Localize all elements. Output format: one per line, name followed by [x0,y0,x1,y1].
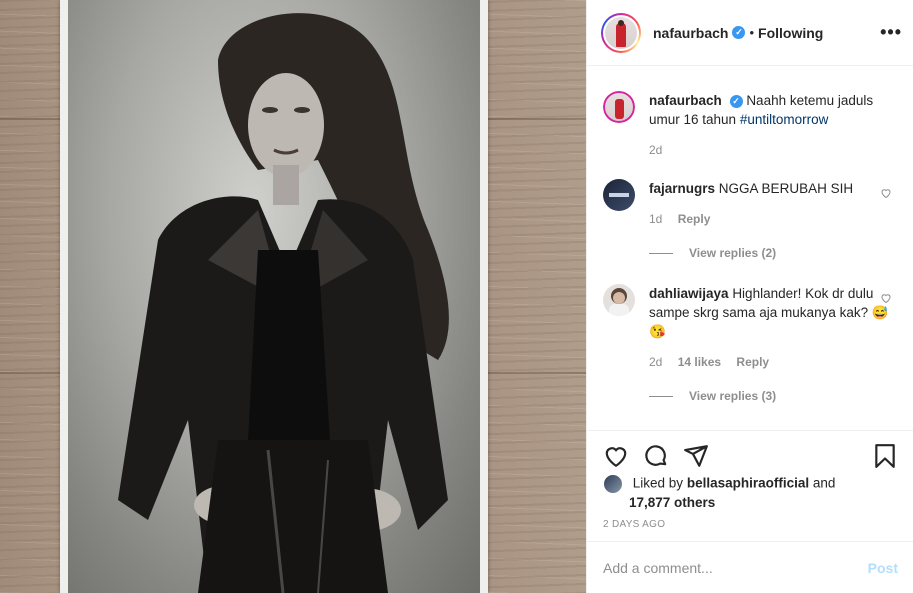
divider-line [649,252,673,254]
comment-time[interactable]: 1d [649,212,662,226]
caption-hashtag[interactable]: #untiltomorrow [740,112,829,127]
comment-username[interactable]: fajarnugrs [649,181,715,196]
author-username[interactable]: nafaurbach [653,25,728,41]
more-options-icon[interactable]: ••• [880,22,902,43]
post-photo [60,0,488,593]
reply-button[interactable]: Reply [736,355,769,369]
post-header: nafaurbach ✓ • Following ••• [587,0,913,66]
view-replies-button[interactable]: View replies (2) [649,246,898,260]
like-heart-icon[interactable] [603,443,629,469]
share-paper-plane-icon[interactable] [683,443,709,469]
comment-bubble-icon[interactable] [643,443,669,469]
like-comment-heart-icon[interactable] [880,187,892,199]
caption-author-avatar[interactable] [603,91,635,123]
liker-username[interactable]: bellasaphiraofficial [687,476,809,491]
post-image-area[interactable] [0,0,586,593]
likes-prefix: Liked by [632,475,684,491]
comment-item: fajarnugrs NGGA BERUBAH SIH 1d Reply Vie… [603,179,898,260]
view-replies-label: View replies (3) [689,389,777,403]
save-bookmark-icon[interactable] [872,443,898,469]
commenter-avatar[interactable] [603,284,635,316]
comment-item: dahliawijaya Highlander! Kok dr dulu sam… [603,284,898,403]
comment-time[interactable]: 2d [649,355,662,369]
commenter-avatar[interactable] [603,179,635,211]
likes-summary: Liked by bellasaphiraofficial and 17,877… [603,474,903,512]
comment-username[interactable]: dahliawijaya [649,286,729,301]
liker-avatar[interactable] [603,474,623,494]
comment-text: NGGA BERUBAH SIH [718,181,854,196]
caption-time[interactable]: 2d [649,143,662,157]
post-side-panel: nafaurbach ✓ • Following ••• nafaurbach … [586,0,913,593]
post-comment-button[interactable]: Post [868,560,898,576]
caption: nafaurbach ✓ Naahh ketemu jaduls umur 16… [603,91,898,157]
following-button[interactable]: Following [758,25,823,41]
reply-button[interactable]: Reply [678,212,711,226]
portrait-illustration [118,13,449,593]
verified-badge-icon: ✓ [732,26,746,39]
divider-line [649,395,673,397]
header-separator: • [749,25,755,40]
caption-username[interactable]: nafaurbach [649,93,722,108]
like-comment-heart-icon[interactable] [880,292,892,304]
post-date[interactable]: 2 DAYS AGO [603,519,665,530]
verified-badge-icon: ✓ [729,94,743,108]
view-replies-button[interactable]: View replies (3) [649,389,898,403]
comment-input[interactable] [603,559,868,576]
comments-list[interactable]: nafaurbach ✓ Naahh ketemu jaduls umur 16… [587,67,913,429]
add-comment-bar: Post [587,541,913,593]
comment-likes-count[interactable]: 14 likes [678,355,721,369]
author-avatar[interactable] [601,12,641,53]
likes-conjunction: and [812,475,836,491]
view-replies-label: View replies (2) [689,246,777,260]
post-actions-bar [587,430,913,480]
likes-others-count[interactable]: 17,877 others [629,495,715,510]
